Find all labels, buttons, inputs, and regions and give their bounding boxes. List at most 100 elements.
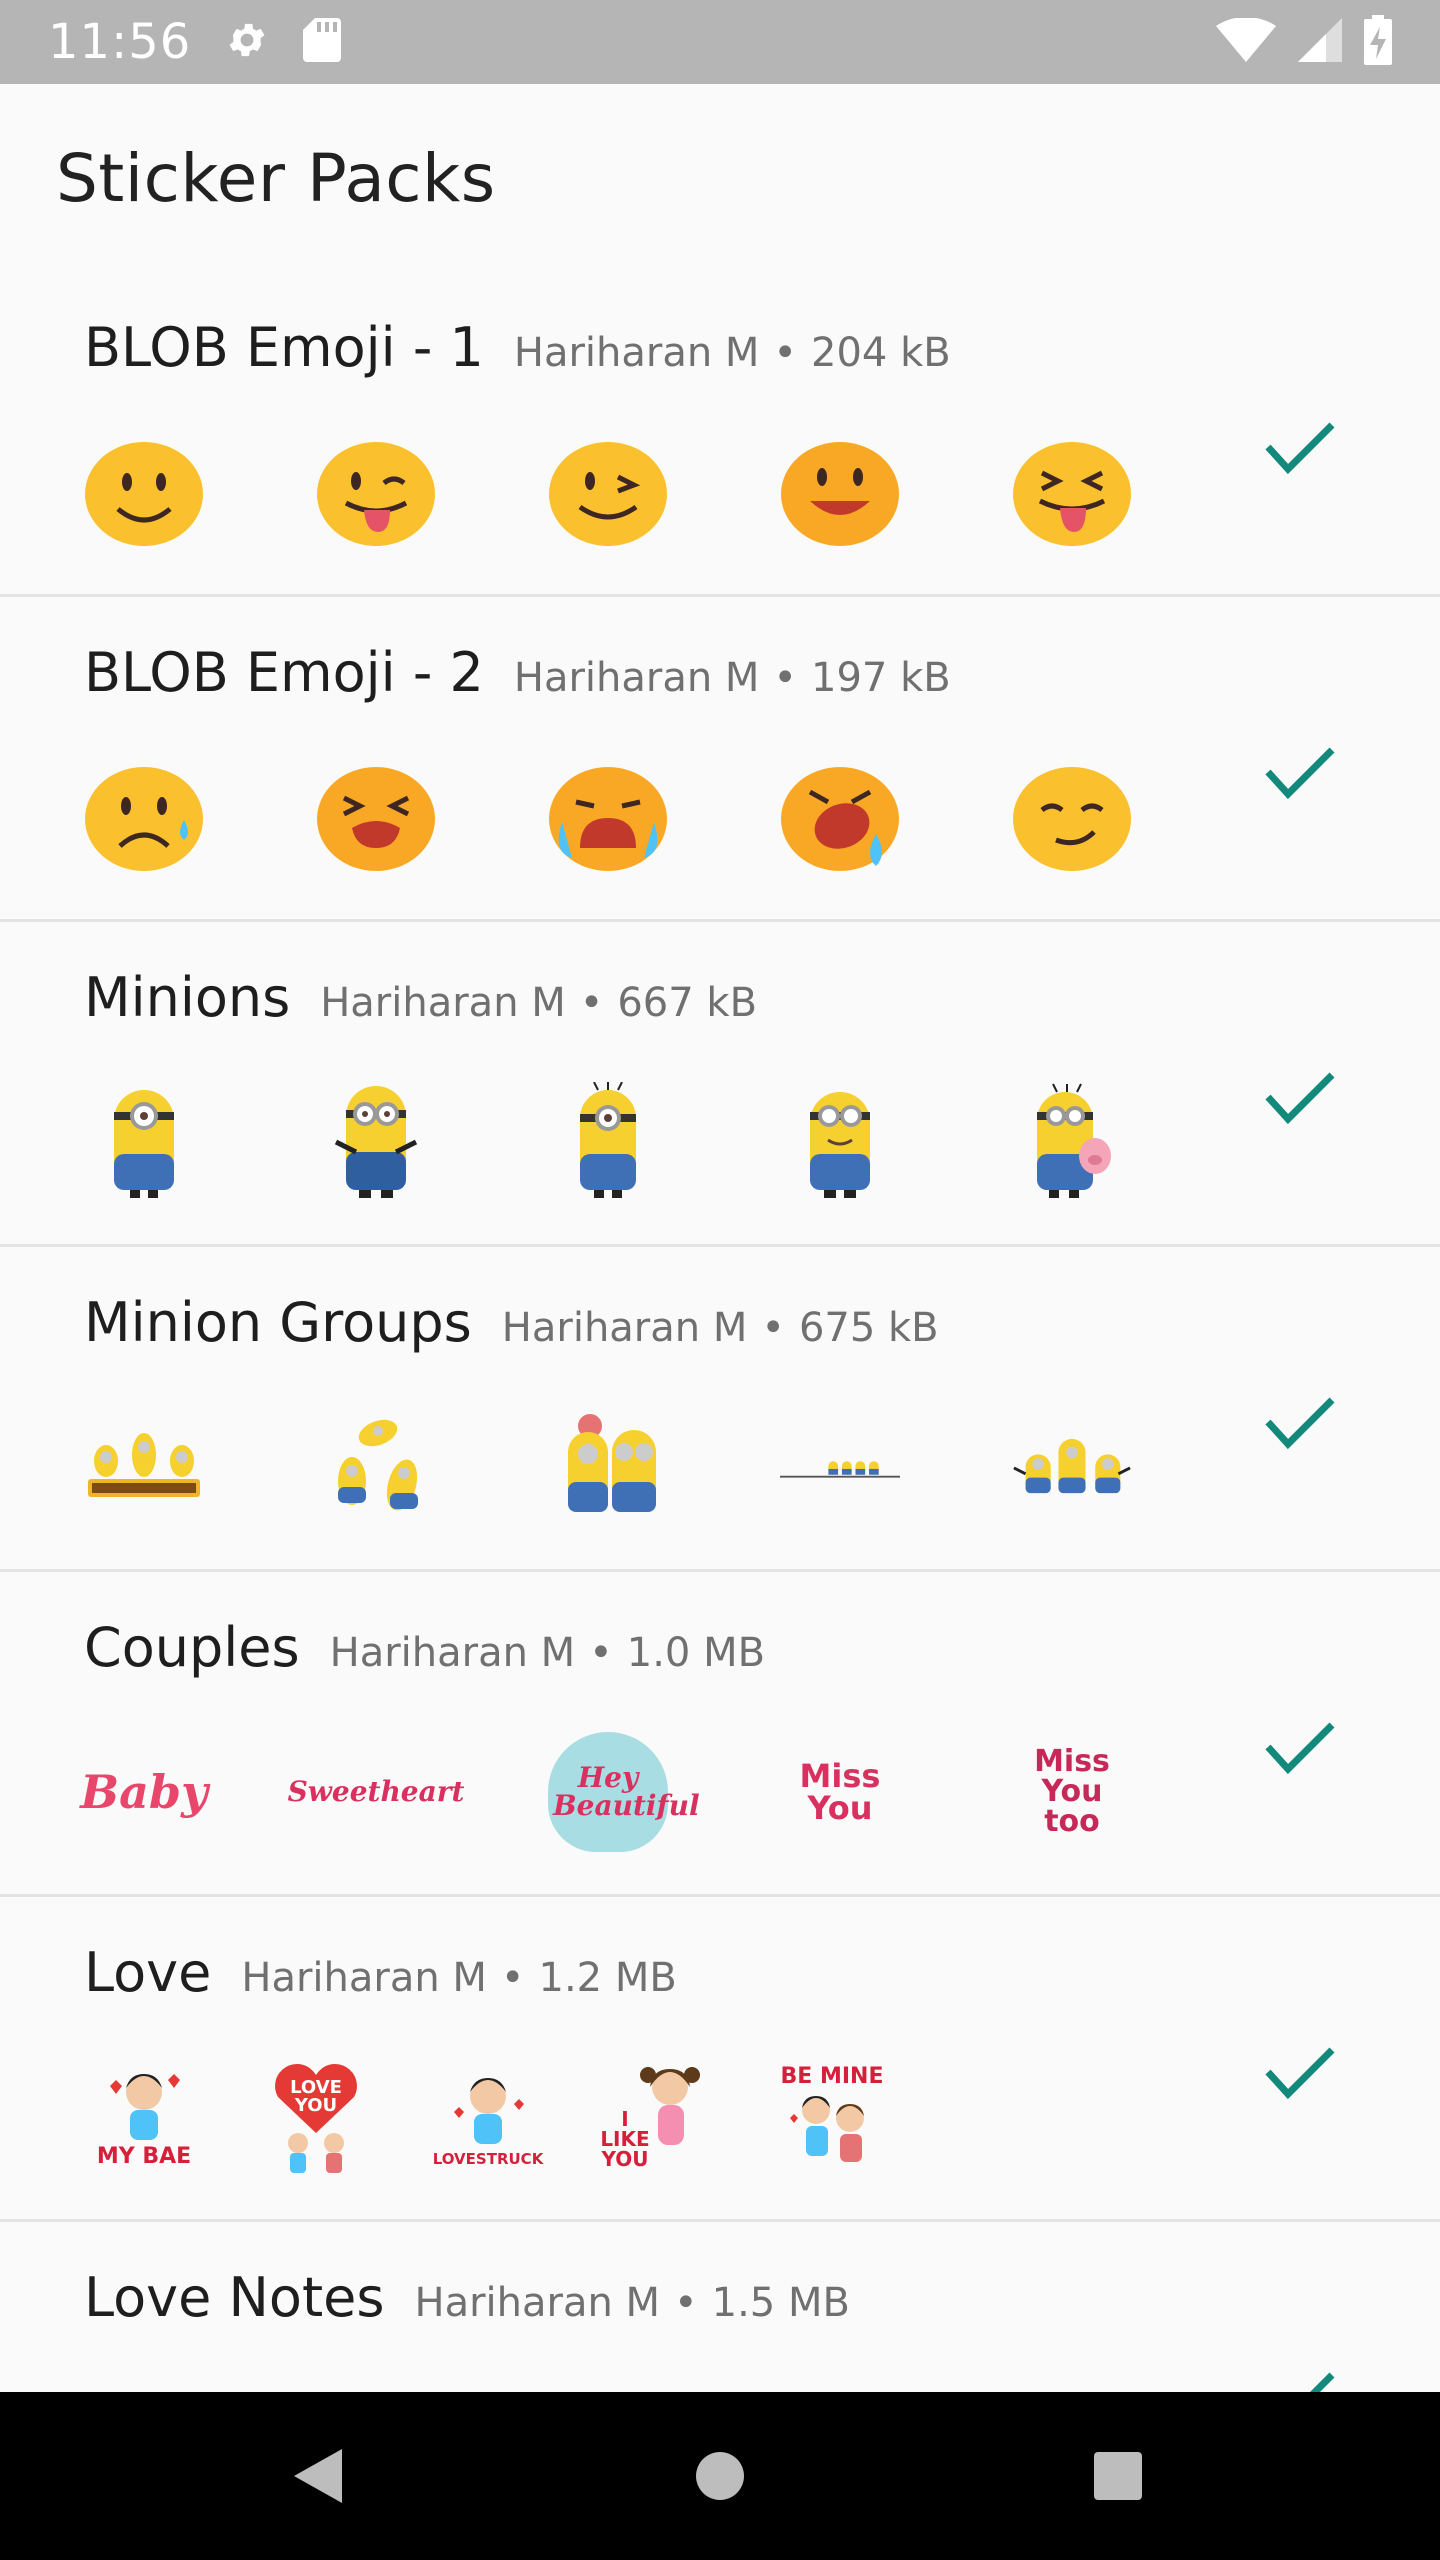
minions-tumbling-sticker [316,1407,436,1527]
pack-stickers [84,1082,1244,1202]
cell-signal-icon [1298,17,1342,67]
meta-separator: • [500,1955,525,2001]
pack-author: Hariharan M [513,330,760,376]
navigation-bar [0,2392,1440,2560]
sticker-pack-list: BLOB Emoji - 1 Hariharan M•204 kB BLOB [0,272,1440,2547]
squinting-tongue-face-sticker [1012,432,1132,552]
pack-header: Love Notes Hariharan M • 1.5 MB [84,2266,850,2329]
tongue-wink-face-sticker [316,432,436,552]
pack-meta: Hariharan M • 1.5 MB [414,2280,849,2326]
pack-stickers: Baby Sweetheart Hey Beautiful Miss You M… [80,1732,1244,1852]
lovestruck-sticker: LOVESTRUCK [428,2057,548,2177]
pack-meta: Hariharan M • 675 kB [502,1305,939,1351]
minions-logo-sticker [84,1407,204,1527]
pack-header: Minion Groups Hariharan M • 675 kB [84,1291,939,1354]
pack-size: 1.5 MB [711,2280,850,2326]
minion-goggles-sticker [780,1082,900,1202]
pack-author: Hariharan M [414,2280,661,2326]
pack-name: Couples [84,1616,300,1679]
winking-face-sticker [548,432,668,552]
pack-header: Couples Hariharan M • 1.0 MB [84,1616,765,1679]
pack-name: BLOB Emoji - 2 [84,641,484,704]
sticker-pack-row[interactable]: Couples Hariharan M • 1.0 MB Baby Sweethea… [0,1572,1440,1897]
pack-header: Minions Hariharan M • 667 kB [84,966,757,1029]
sticker-pack-row[interactable]: BLOB Emoji - 2 Hariharan M • 197 kB [0,597,1440,922]
my-bae-sticker: MY BAE [84,2057,204,2177]
pack-header: BLOB Emoji - 2 Hariharan M • 197 kB [84,641,951,704]
added-check-icon [1265,1722,1335,1775]
sd-card-icon [303,17,342,67]
sobbing-face-sticker [548,757,668,877]
pack-name: Minions [84,966,291,1029]
pack-author: Hariharan M [513,655,760,701]
added-check-icon [1265,747,1335,800]
pack-header: BLOB Emoji - 1 Hariharan M • 204 kB [84,316,951,379]
pack-stickers [84,432,1244,552]
added-check-icon [1265,422,1335,475]
miss-you-word-sticker: Miss You [799,1757,881,1827]
meta-separator: • [773,655,797,701]
meta-separator: • [589,1630,613,1676]
home-button[interactable] [620,2392,820,2560]
i-like-you-sticker: I LIKE YOU [600,2057,720,2177]
pack-size: 675 kB [798,1305,939,1351]
hey-beautiful-word-sticker: Hey Beautiful [548,1732,700,1852]
pack-size: 1.0 MB [626,1630,766,1676]
meta-separator: • [579,980,604,1026]
pack-author: Hariharan M [320,980,566,1026]
sticker-pack-row[interactable]: Love Hariharan M • 1.2 MB MY BAE LOVE YOU … [0,1897,1440,2222]
settings-gear-icon [225,18,269,67]
meta-separator: • [773,330,797,376]
pack-meta: Hariharan M • 1.0 MB [330,1630,765,1676]
loud-crying-face-sticker [780,757,900,877]
meta-separator: • [674,2280,698,2326]
pack-stickers: MY BAE LOVE YOU LOVESTRUCK I LIKE YOU BE… [84,2057,944,2177]
pack-size: 204 kB [811,330,951,376]
sad-tear-face-sticker [84,757,204,877]
minion-one-eye-sticker [84,1082,204,1202]
status-bar: 11:56 [0,0,1440,84]
smirk-face-sticker [1012,757,1132,877]
sticker-pack-row[interactable]: Minion Groups Hariharan M • 675 kB [0,1247,1440,1572]
minions-tightrope-sticker [780,1407,900,1527]
pack-name: Love Notes [84,2266,385,2329]
page-title: Sticker Packs [56,140,496,217]
sticker-pack-row[interactable]: Minions Hariharan M • 667 kB [0,922,1440,1247]
recents-square-icon [1094,2452,1142,2500]
pack-size: 197 kB [811,655,951,701]
battery-charging-icon [1364,14,1392,70]
back-button[interactable] [218,2392,418,2560]
back-triangle-icon [294,2449,342,2503]
pack-meta: Hariharan M • 1.2 MB [241,1955,676,2001]
pack-name: BLOB Emoji - 1 [84,316,484,379]
wifi-icon [1216,16,1276,67]
pack-author: Hariharan M [501,1305,748,1351]
baby-word-sticker: Baby [80,1765,208,1819]
pack-author: Hariharan M [241,1955,487,2001]
added-check-icon [1265,1072,1335,1125]
minion-two-eyes-sticker [316,1082,436,1202]
pack-author: Hariharan M [329,1630,576,1676]
crying-face-sticker [316,757,436,877]
miss-you-too-word-sticker: Miss You too [1034,1744,1110,1839]
open-mouth-smile-sticker [780,432,900,552]
be-mine-sticker: BE MINE [772,2057,892,2177]
status-time: 11:56 [48,14,192,70]
sweetheart-word-sticker: Sweetheart [287,1775,465,1808]
minion-pig-sticker [1012,1082,1132,1202]
sticker-pack-row[interactable]: BLOB Emoji - 1 Hariharan M • 204 kB [0,272,1440,597]
pack-stickers [84,757,1244,877]
home-circle-icon [696,2452,744,2500]
pack-name: Minion Groups [84,1291,472,1354]
pack-meta: Hariharan M • 197 kB [514,655,951,701]
pack-name: Love [84,1941,212,2004]
pack-size: 667 kB [617,980,758,1026]
added-check-icon [1265,1397,1335,1450]
added-check-icon [1265,2047,1335,2100]
smiling-face-sticker [84,432,204,552]
recents-button[interactable] [1018,2392,1218,2560]
minion-trio-sticker [1012,1407,1132,1527]
minion-hair-sticker [548,1082,668,1202]
pack-header: Love Hariharan M • 1.2 MB [84,1941,677,2004]
minion-pair-sticker [548,1407,668,1527]
